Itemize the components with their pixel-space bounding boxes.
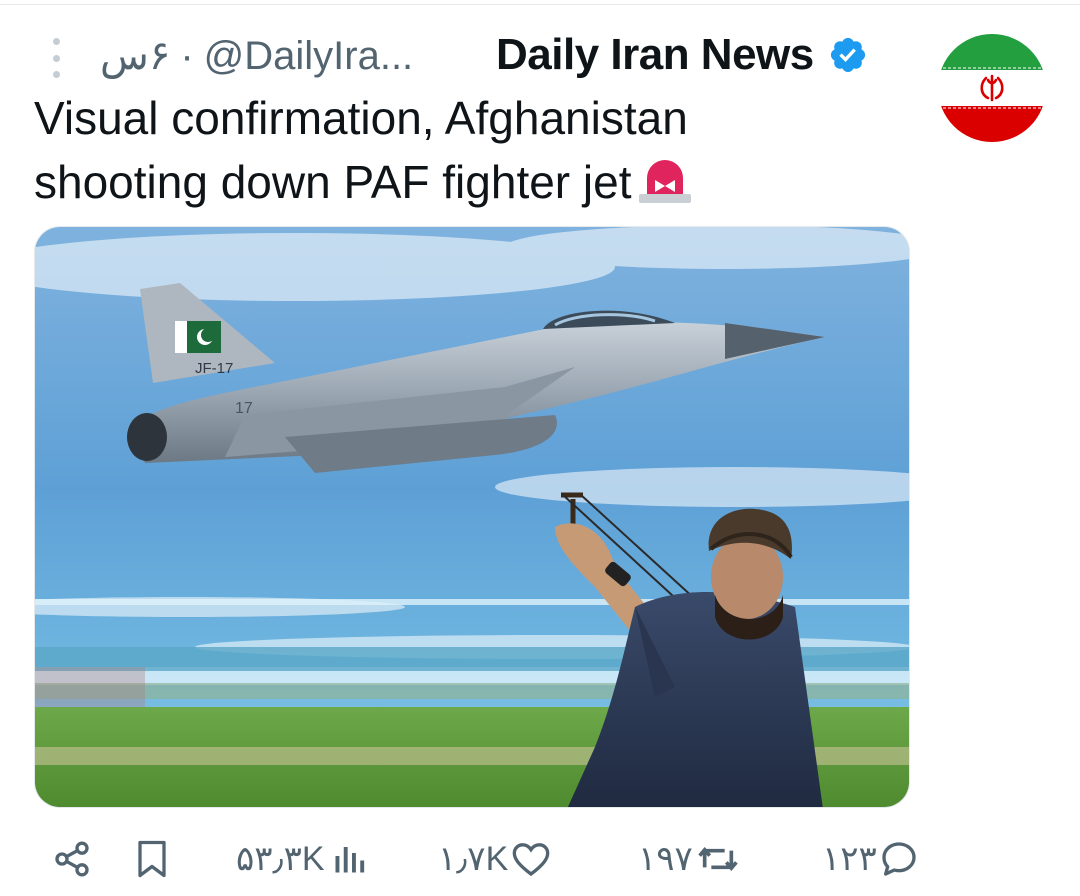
jet-label: JF-17 xyxy=(195,360,233,377)
more-vertical-icon[interactable] xyxy=(44,38,68,78)
share-button[interactable] xyxy=(52,834,92,884)
user-handle[interactable]: @DailyIra... xyxy=(204,34,414,79)
views-button[interactable]: ۵۳٫۳K xyxy=(236,834,367,884)
reply-bubble-icon xyxy=(882,842,916,876)
author-name-block[interactable]: Daily Iran News xyxy=(496,26,868,84)
verified-badge-icon xyxy=(830,37,865,73)
more-dot xyxy=(52,71,60,78)
replies-count: ۱۲۳ xyxy=(822,840,877,878)
tweet-text-block: Visual confirmation, Afghanistan shootin… xyxy=(34,86,864,214)
tweet-media-photo[interactable]: JF-17 17 xyxy=(34,226,910,808)
display-name[interactable]: Daily Iran News xyxy=(496,30,814,80)
more-dot xyxy=(52,54,60,62)
bookmark-icon xyxy=(138,840,166,878)
views-chart-icon xyxy=(335,847,364,873)
bookmark-button[interactable] xyxy=(134,834,170,884)
tail-number: 17 xyxy=(235,400,253,417)
heart-icon xyxy=(512,843,550,877)
police-light-icon xyxy=(639,160,692,203)
like-button[interactable]: ۱٫۷K xyxy=(438,834,552,884)
tweet-action-bar: ۵۳٫۳K ۱٫۷K ۱۹۷ ۱۲۳ xyxy=(0,834,1080,884)
timestamp[interactable]: ۶س xyxy=(100,33,170,79)
more-dot xyxy=(52,38,60,45)
meta-separator: · xyxy=(180,33,194,78)
share-icon xyxy=(55,841,89,877)
tweet-text: Visual confirmation, Afghanistan shootin… xyxy=(34,92,688,208)
reply-button[interactable]: ۱۲۳ xyxy=(822,834,919,884)
iran-flag-avatar[interactable] xyxy=(938,34,1046,142)
views-count: ۵۳٫۳K xyxy=(236,840,325,878)
top-divider xyxy=(0,4,1080,5)
repost-icon xyxy=(698,847,738,871)
repost-button[interactable]: ۱۹۷ xyxy=(638,834,741,884)
likes-count: ۱٫۷K xyxy=(438,840,509,878)
tweet-meta: ۶س · @DailyIra... xyxy=(100,28,413,84)
reposts-count: ۱۹۷ xyxy=(638,840,693,878)
